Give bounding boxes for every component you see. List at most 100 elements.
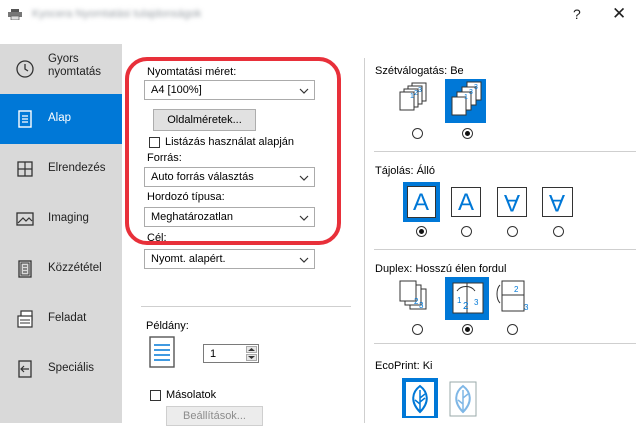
- collation-off-radio[interactable]: [412, 128, 423, 139]
- page-num: 2: [514, 285, 519, 294]
- portrait-page-icon: A: [407, 186, 436, 218]
- section-divider: [374, 343, 636, 344]
- orientation-portrait-rotated-radio[interactable]: [507, 226, 518, 237]
- sidebar-item-label: Feladat: [48, 312, 87, 324]
- document-icon: [15, 109, 35, 129]
- orientation-landscape-radio[interactable]: [461, 226, 472, 237]
- rotated-landscape-glyph: A: [549, 189, 566, 216]
- duplex-label: Duplex: Hosszú élen fordul: [375, 263, 506, 275]
- sidebar: Gyors nyomtatás Alap Elrendezés Imaging …: [0, 44, 122, 423]
- ecoprint-on-option[interactable]: [446, 378, 480, 418]
- sidebar-item-label: Speciális: [48, 362, 95, 374]
- landscape-glyph: A: [458, 189, 475, 216]
- destination-value: Nyomt. alapért.: [151, 253, 226, 265]
- duplex-long-edge-radio[interactable]: [462, 324, 473, 335]
- page-num: 1: [457, 296, 462, 305]
- stepper-up-arrow[interactable]: [246, 346, 257, 353]
- rotated-landscape-page-icon: A: [542, 187, 573, 217]
- sidebar-item-advanced[interactable]: Speciális: [0, 344, 122, 394]
- ecoprint-leaf-icon: [406, 382, 434, 416]
- sidebar-item-basic[interactable]: Alap: [0, 94, 122, 144]
- duplex-label-text: Duplex:: [375, 263, 413, 275]
- short-edge-duplex-icon: 2 3: [496, 280, 529, 312]
- svg-text:1: 1: [464, 94, 468, 101]
- sidebar-item-imaging[interactable]: Imaging: [0, 194, 122, 244]
- booklet-icon: [15, 259, 35, 279]
- section-divider: [374, 151, 636, 152]
- sidebar-item-label: Gyors nyomtatás: [48, 53, 102, 78]
- duplex-short-edge-option[interactable]: 2 3: [494, 277, 534, 319]
- help-button[interactable]: ?: [573, 6, 581, 22]
- page-num: 3: [524, 303, 529, 312]
- sidebar-item-quick-print[interactable]: Gyors nyomtatás: [0, 44, 122, 94]
- orientation-value: Álló: [416, 165, 435, 177]
- clock-icon: [15, 59, 35, 79]
- orientation-portrait-option[interactable]: A: [403, 182, 440, 222]
- sidebar-item-label: Elrendezés: [48, 162, 106, 174]
- chevron-down-icon: [299, 255, 309, 263]
- svg-text:2: 2: [414, 90, 418, 97]
- ecoprint-label: EcoPrint: Ki: [375, 360, 432, 372]
- section-divider: [141, 306, 351, 307]
- copies-value: 1: [210, 348, 217, 360]
- image-icon: [15, 209, 35, 229]
- sidebar-item-publishing[interactable]: Közzététel: [0, 244, 122, 294]
- ecoprint-leaf-light-icon: [449, 381, 477, 417]
- sidebar-item-label: Alap: [48, 112, 72, 124]
- simplex-pages-icon: 2 3: [399, 280, 427, 310]
- page-num: 3: [474, 298, 479, 307]
- collation-label-text: Szétválogatás:: [375, 65, 448, 77]
- duplex-long-edge-option[interactable]: 1 2 3: [445, 277, 489, 320]
- window-title: Kyocera Nyomtatási tulajdonságok: [32, 8, 202, 20]
- rotated-portrait-glyph: A: [504, 189, 521, 216]
- sidebar-item-label: Imaging: [48, 212, 89, 224]
- collation-on-radio[interactable]: [462, 128, 473, 139]
- duplex-short-edge-radio[interactable]: [507, 324, 518, 335]
- sidebar-item-label: Közzététel: [48, 262, 102, 274]
- orientation-landscape-rotated-option[interactable]: A: [539, 182, 576, 222]
- sidebar-item-layout[interactable]: Elrendezés: [0, 144, 122, 194]
- printer-app-icon: [8, 9, 22, 21]
- collate-checkbox[interactable]: [150, 390, 161, 401]
- destination-select[interactable]: Nyomt. alapért.: [144, 249, 315, 269]
- page-num: 3: [419, 301, 424, 310]
- svg-text:1: 1: [410, 93, 414, 100]
- copies-document-icon: [149, 336, 175, 371]
- close-button[interactable]: ✕: [612, 4, 626, 24]
- collation-label: Szétválogatás: Be: [375, 65, 464, 77]
- svg-text:3: 3: [418, 87, 422, 94]
- svg-text:3: 3: [474, 84, 478, 91]
- orientation-label-text: Tájolás:: [375, 165, 414, 177]
- orientation-label: Tájolás: Álló: [375, 165, 435, 177]
- ecoprint-off-option[interactable]: [402, 378, 438, 418]
- advanced-arrow-icon: [15, 359, 35, 379]
- stepper-down-arrow[interactable]: [246, 354, 257, 361]
- layout-grid-icon: [15, 159, 35, 179]
- sidebar-item-job[interactable]: Feladat: [0, 294, 122, 344]
- panel-divider: [364, 58, 365, 423]
- duplex-off-option[interactable]: 2 3: [396, 277, 440, 319]
- orientation-portrait-radio[interactable]: [416, 226, 427, 237]
- duplex-off-radio[interactable]: [412, 324, 423, 335]
- portrait-glyph: A: [413, 189, 430, 216]
- job-stack-icon: [15, 309, 35, 329]
- ecoprint-label-text: EcoPrint:: [375, 360, 420, 372]
- svg-text:3: 3: [469, 89, 473, 96]
- collation-value: Be: [450, 65, 464, 77]
- orientation-portrait-rotated-option[interactable]: A: [494, 182, 530, 222]
- orientation-landscape-option[interactable]: A: [448, 182, 484, 222]
- copies-stepper[interactable]: 1: [203, 344, 259, 363]
- collated-pages-icon: 3 3 1: [451, 81, 482, 116]
- uncollated-pages-icon: 3 2 1: [399, 82, 427, 111]
- settings-button: Beállítások...: [166, 406, 263, 426]
- duplex-value: Hosszú élen fordul: [415, 263, 507, 275]
- section-divider: [374, 249, 636, 250]
- collation-off-option[interactable]: 3 2 1: [396, 79, 434, 123]
- rotated-portrait-page-icon: A: [497, 187, 527, 217]
- highlight-frame: [125, 57, 341, 245]
- collate-label: Másolatok: [166, 389, 217, 401]
- copies-label: Példány:: [146, 320, 189, 332]
- long-edge-duplex-icon: 1 2 3: [452, 282, 484, 314]
- collation-on-option[interactable]: 3 3 1: [445, 79, 486, 123]
- orientation-landscape-rotated-radio[interactable]: [553, 226, 564, 237]
